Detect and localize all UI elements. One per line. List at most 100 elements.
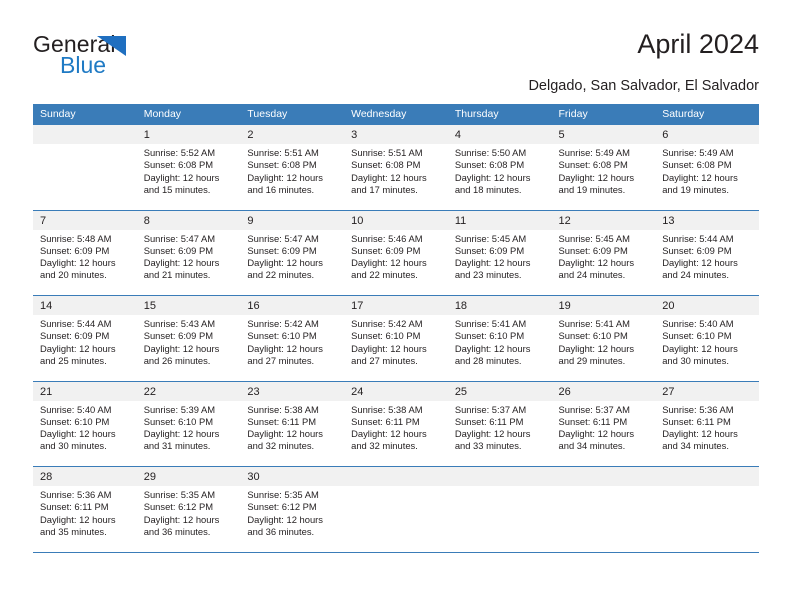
day-cell[interactable]: Sunrise: 5:45 AM Sunset: 6:09 PM Daylight:… [447,229,552,296]
day-cell[interactable]: Sunrise: 5:37 AM Sunset: 6:11 PM Daylight:… [447,400,552,467]
sunset-text: Sunset: 6:12 PM [247,501,317,513]
daylight-text: Daylight: 12 hours [454,342,531,354]
day-number[interactable]: 25 [447,381,552,401]
daylight-text: and 22 minutes. [247,269,315,281]
daylight-text: Daylight: 12 hours [247,428,323,440]
day-number[interactable]: 4 [447,125,552,144]
day-cell[interactable]: Sunrise: 5:46 AM Sunset: 6:09 PM Daylight:… [344,229,448,296]
day-cell[interactable]: Sunrise: 5:44 AM Sunset: 6:09 PM Daylight:… [33,315,137,382]
daylight-text: Daylight: 12 hours [143,257,220,269]
daylight-text: Daylight: 12 hours [454,171,531,183]
day-number[interactable]: 16 [240,295,345,315]
day-cell[interactable]: Sunrise: 5:52 AM Sunset: 6:08 PM Daylight:… [136,144,241,211]
day-number[interactable]: 29 [136,466,241,486]
day-number[interactable]: 7 [33,210,137,230]
sunset-text: Sunset: 6:08 PM [454,159,525,171]
sunset-text: Sunset: 6:09 PM [454,244,525,256]
daylight-text: Daylight: 12 hours [558,428,635,440]
day-number[interactable]: 1 [136,125,241,144]
day-cell[interactable]: Sunrise: 5:44 AM Sunset: 6:09 PM Daylight:… [655,229,759,296]
sunset-text: Sunset: 6:10 PM [454,330,525,342]
sunset-text: Sunset: 6:08 PM [247,159,317,171]
day-number[interactable]: 28 [33,466,137,486]
sunrise-text: Sunrise: 5:40 AM [662,318,734,329]
day-number[interactable]: 23 [240,381,345,401]
daylight-text: Daylight: 12 hours [454,428,531,440]
day-number[interactable]: 13 [655,210,759,230]
day-number[interactable]: 15 [136,295,241,315]
calendar-week-daynumbers: 21 22 23 24 25 26 27 [33,381,759,401]
day-number[interactable]: 26 [551,381,656,401]
daylight-text: Daylight: 12 hours [143,342,220,354]
day-number[interactable]: 11 [447,210,552,230]
calendar-week-daynumbers: 28 29 30 [33,466,759,486]
day-cell[interactable]: Sunrise: 5:43 AM Sunset: 6:09 PM Daylight:… [136,315,241,382]
day-number[interactable]: 12 [551,210,656,230]
sunrise-text: Sunrise: 5:37 AM [558,403,630,415]
day-cell-empty [655,486,759,553]
day-cell[interactable]: Sunrise: 5:50 AM Sunset: 6:08 PM Daylight:… [447,144,552,211]
day-cell[interactable]: Sunrise: 5:47 AM Sunset: 6:09 PM Daylight:… [136,229,241,296]
day-cell[interactable]: Sunrise: 5:41 AM Sunset: 6:10 PM Daylight:… [447,315,552,382]
sunset-text: Sunset: 6:08 PM [662,159,732,171]
day-number[interactable]: 9 [240,210,345,230]
sunrise-text: Sunrise: 5:49 AM [662,147,734,158]
sunset-text: Sunset: 6:11 PM [40,501,109,513]
day-cell[interactable]: Sunrise: 5:42 AM Sunset: 6:10 PM Daylight:… [344,315,448,382]
daylight-text: and 33 minutes. [454,440,522,452]
sunrise-text: Sunrise: 5:45 AM [454,232,527,244]
day-number[interactable]: 21 [33,381,137,401]
day-cell[interactable]: Sunrise: 5:35 AM Sunset: 6:12 PM Daylight:… [136,486,241,553]
day-number[interactable]: 14 [33,295,137,315]
sunrise-text: Sunrise: 5:44 AM [662,232,734,244]
sunrise-text: Sunrise: 5:44 AM [40,318,112,329]
day-number[interactable]: 27 [655,381,759,401]
daylight-text: Daylight: 12 hours [351,342,427,354]
day-number[interactable]: 22 [136,381,241,401]
sunrise-text: Sunrise: 5:36 AM [40,489,112,500]
calendar-week-details: Sunrise: 5:44 AM Sunset: 6:09 PM Daylight:… [33,315,759,382]
day-number[interactable]: 10 [344,210,448,230]
sunrise-text: Sunrise: 5:42 AM [247,318,319,329]
day-number[interactable]: 24 [344,381,448,401]
day-cell[interactable]: Sunrise: 5:36 AM Sunset: 6:11 PM Daylight:… [655,400,759,467]
day-cell[interactable]: Sunrise: 5:48 AM Sunset: 6:09 PM Daylight:… [33,229,137,296]
day-number[interactable]: 3 [344,125,448,144]
daylight-text: Daylight: 12 hours [247,257,323,269]
day-cell[interactable]: Sunrise: 5:49 AM Sunset: 6:08 PM Daylight:… [551,144,656,211]
day-cell[interactable]: Sunrise: 5:49 AM Sunset: 6:08 PM Daylight:… [655,144,759,211]
day-cell[interactable]: Sunrise: 5:40 AM Sunset: 6:10 PM Daylight:… [655,315,759,382]
day-cell[interactable]: Sunrise: 5:51 AM Sunset: 6:08 PM Daylight:… [344,144,448,211]
daylight-text: and 26 minutes. [143,354,211,366]
day-number[interactable]: 19 [551,295,656,315]
day-cell[interactable]: Sunrise: 5:36 AM Sunset: 6:11 PM Daylight:… [33,486,137,553]
day-cell[interactable]: Sunrise: 5:39 AM Sunset: 6:10 PM Daylight:… [136,400,241,467]
day-number[interactable]: 8 [136,210,241,230]
day-number[interactable]: 6 [655,125,759,144]
day-cell[interactable]: Sunrise: 5:37 AM Sunset: 6:11 PM Daylight:… [551,400,656,467]
day-number[interactable]: 17 [344,295,448,315]
weekday-header-monday: Monday [136,104,241,125]
daylight-text: and 35 minutes. [40,525,107,537]
day-cell[interactable]: Sunrise: 5:51 AM Sunset: 6:08 PM Daylight:… [240,144,345,211]
day-cell[interactable]: Sunrise: 5:41 AM Sunset: 6:10 PM Daylight:… [551,315,656,382]
day-cell[interactable]: Sunrise: 5:35 AM Sunset: 6:12 PM Daylight:… [240,486,345,553]
day-number[interactable]: 30 [240,466,345,486]
day-number[interactable]: 20 [655,295,759,315]
day-cell[interactable]: Sunrise: 5:38 AM Sunset: 6:11 PM Daylight:… [344,400,448,467]
daylight-text: and 15 minutes. [143,183,211,195]
day-number[interactable]: 18 [447,295,552,315]
sunrise-text: Sunrise: 5:35 AM [143,489,216,500]
day-cell[interactable]: Sunrise: 5:47 AM Sunset: 6:09 PM Daylight:… [240,229,345,296]
calendar-week-daynumbers: 7 8 9 10 11 12 13 [33,210,759,230]
daylight-text: and 22 minutes. [351,269,418,281]
day-cell[interactable]: Sunrise: 5:42 AM Sunset: 6:10 PM Daylight:… [240,315,345,382]
sunset-text: Sunset: 6:09 PM [143,330,214,342]
sunrise-text: Sunrise: 5:49 AM [558,147,630,158]
day-number[interactable]: 5 [551,125,656,144]
daylight-text: and 24 minutes. [662,269,729,281]
day-number[interactable]: 2 [240,125,345,144]
day-cell[interactable]: Sunrise: 5:45 AM Sunset: 6:09 PM Daylight:… [551,229,656,296]
day-cell[interactable]: Sunrise: 5:40 AM Sunset: 6:10 PM Daylight:… [33,400,137,467]
day-cell[interactable]: Sunrise: 5:38 AM Sunset: 6:11 PM Daylight:… [240,400,345,467]
